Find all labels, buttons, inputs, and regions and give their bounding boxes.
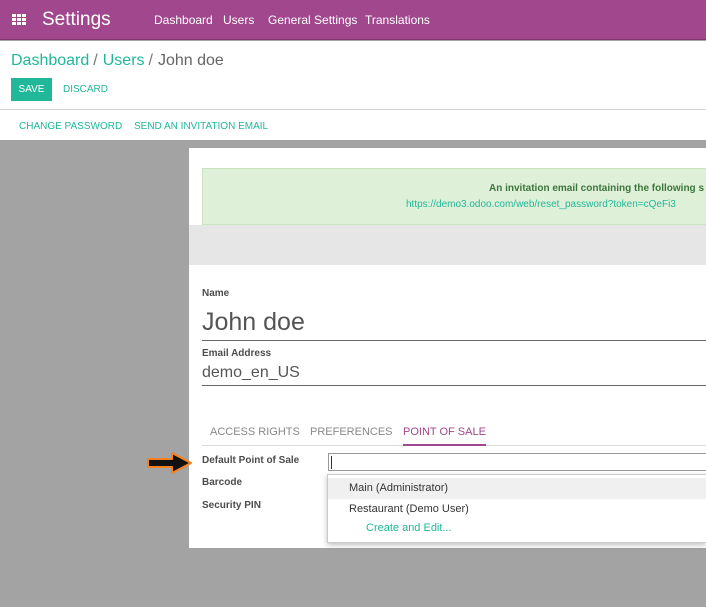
breadcrumb-dashboard[interactable]: Dashboard [11, 52, 89, 69]
tab-access-rights[interactable]: ACCESS RIGHTS [210, 426, 300, 446]
breadcrumb-separator: / [93, 52, 98, 69]
dropdown-option-main[interactable]: Main (Administrator) [328, 478, 706, 499]
send-invitation-email-button[interactable]: SEND AN INVITATION EMAIL [134, 121, 268, 132]
discard-button[interactable]: DISCARD [63, 84, 108, 95]
status-bar [189, 225, 706, 265]
tab-point-of-sale[interactable]: POINT OF SALE [403, 426, 486, 446]
alert-title: An invitation email containing the follo… [489, 183, 705, 194]
save-button[interactable]: SAVE [11, 78, 52, 101]
security-pin-label: Security PIN [202, 500, 261, 511]
text-caret [331, 456, 332, 469]
control-panel: Dashboard / Users / John doe SAVE DISCARD CH… [0, 41, 706, 140]
nav-item-general-settings[interactable]: General Settings [268, 13, 357, 27]
barcode-label: Barcode [202, 477, 243, 488]
header-divider [0, 109, 706, 110]
dropdown-option-restaurant[interactable]: Restaurant (Demo User) [328, 499, 706, 520]
create-and-edit-link[interactable]: Create and Edit... [366, 522, 452, 534]
change-password-button[interactable]: CHANGE PASSWORD [19, 121, 122, 132]
nav-item-users[interactable]: Users [223, 13, 254, 27]
name-field[interactable] [202, 304, 706, 341]
form-tabs: ACCESS RIGHTS PREFERENCES POINT OF SALE [202, 423, 706, 446]
breadcrumb-users[interactable]: Users [103, 52, 145, 69]
breadcrumb-current: John doe [157, 52, 224, 69]
nav-item-dashboard[interactable]: Dashboard [154, 13, 213, 27]
invitation-alert: An invitation email containing the follo… [202, 168, 706, 225]
pos-autocomplete-dropdown: Main (Administrator) Restaurant (Demo Us… [327, 474, 706, 543]
email-label: Email Address [202, 348, 272, 359]
reset-password-link[interactable]: https://demo3.odoo.com/web/reset_passwor… [406, 199, 676, 210]
email-field[interactable] [202, 361, 706, 386]
name-label: Name [202, 288, 230, 299]
nav-item-translations[interactable]: Translations [365, 13, 430, 27]
default-pos-label: Default Point of Sale [202, 455, 300, 466]
tab-preferences[interactable]: PREFERENCES [310, 426, 393, 446]
breadcrumb-separator: / [148, 52, 153, 69]
app-title: Settings [42, 9, 111, 30]
top-navbar: Settings Dashboard Users General Setting… [0, 0, 706, 40]
default-pos-input[interactable] [328, 453, 706, 471]
apps-grid-icon[interactable] [12, 14, 26, 26]
pointer-arrow-icon [147, 452, 192, 474]
breadcrumb: Dashboard / Users / John doe [11, 52, 224, 70]
